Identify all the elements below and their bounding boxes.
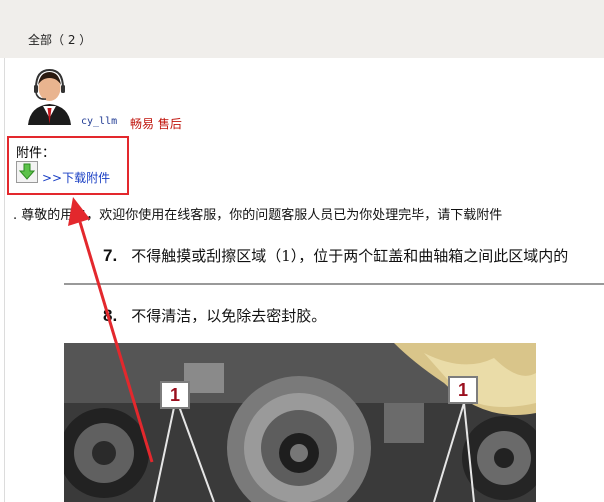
tab-bar: 全部（ 2 ） <box>0 0 604 58</box>
highlight-box <box>7 136 129 195</box>
callout-1-left: 1 <box>160 381 190 409</box>
username[interactable]: cy_llm <box>81 116 117 127</box>
engine-photo <box>64 343 536 502</box>
doc-item-7-number: 7. <box>103 246 118 265</box>
callout-1-right: 1 <box>448 376 478 404</box>
doc-item-8-text: 不得清洁，以免除去密封胶。 <box>131 307 327 325</box>
engine-photo-drawing <box>64 343 536 502</box>
reply-message: . 尊敬的用户，欢迎你使用在线客服，你的问题客服人员已为你处理完毕，请下载附件 <box>13 208 503 223</box>
doc-item-7-text: 不得触摸或刮擦区域（1），位于两个缸盖和曲轴箱之间此区域内的 <box>131 247 569 265</box>
avatar <box>24 66 75 125</box>
doc-divider <box>64 283 604 285</box>
doc-item-8: 8. 不得清洁，以免除去密封胶。 <box>103 305 326 326</box>
user-role: 畅易 售后 <box>130 117 182 131</box>
doc-item-7: 7. 不得触摸或刮擦区域（1），位于两个缸盖和曲轴箱之间此区域内的 <box>103 245 568 266</box>
tab-all[interactable]: 全部（ 2 ） <box>28 31 91 48</box>
doc-item-8-number: 8. <box>103 306 118 325</box>
